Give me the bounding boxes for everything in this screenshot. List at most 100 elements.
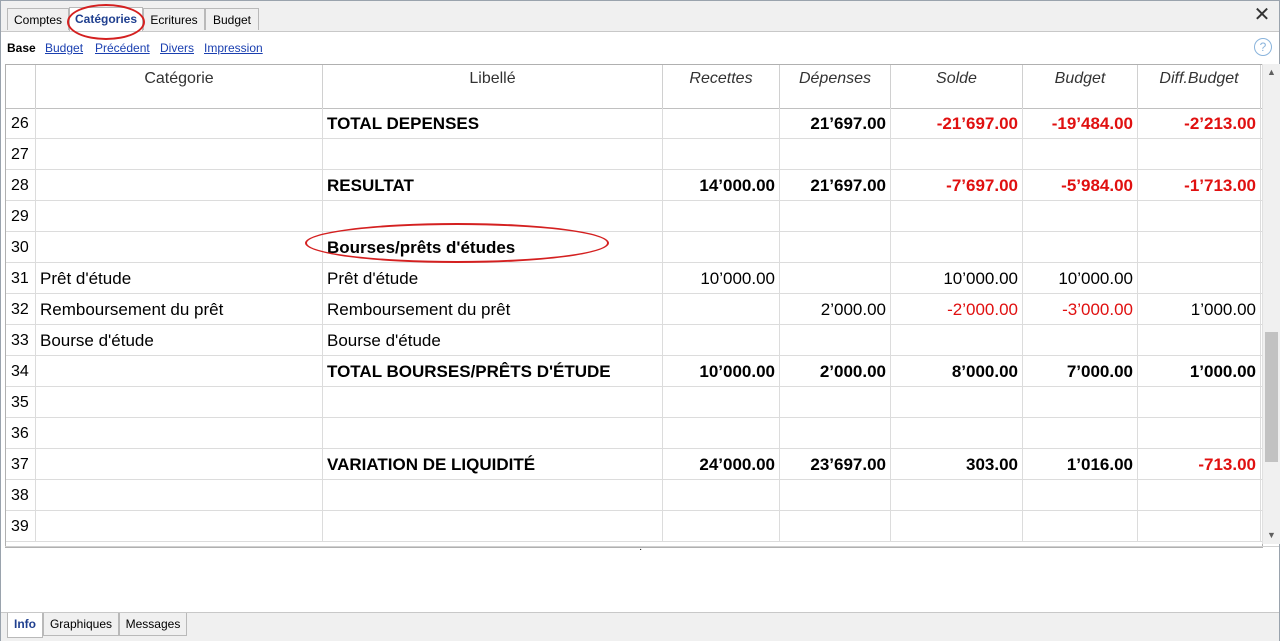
cell-solde[interactable]: -21’697.00 — [891, 108, 1023, 139]
cell-budget[interactable]: -19’484.00 — [1023, 108, 1138, 139]
table-row[interactable]: 29 — [6, 201, 1262, 232]
cell-diff-budget[interactable]: -1’713.00 — [1138, 170, 1261, 201]
cell-solde[interactable]: 10’000.00 — [891, 263, 1023, 294]
row-number[interactable]: 37 — [6, 449, 36, 480]
header-diff-budget[interactable]: Diff.Budget — [1138, 65, 1261, 108]
splitter-grip-icon[interactable]: · — [639, 544, 642, 555]
table-row[interactable]: 30 Bourses/prêts d'études — [6, 232, 1262, 263]
cell-libelle[interactable]: Bourse d'étude — [323, 325, 663, 356]
cell-recettes[interactable] — [663, 387, 780, 418]
cell-diff-budget[interactable] — [1138, 511, 1261, 542]
row-number[interactable]: 29 — [6, 201, 36, 232]
view-precedent-link[interactable]: Précédent — [95, 41, 150, 55]
table-row[interactable]: 36 — [6, 418, 1262, 449]
cell-depenses[interactable] — [780, 263, 891, 294]
cell-recettes[interactable] — [663, 294, 780, 325]
tab-graphiques[interactable]: Graphiques — [43, 613, 119, 636]
header-depenses[interactable]: Dépenses — [780, 65, 891, 108]
cell-depenses[interactable] — [780, 387, 891, 418]
cell-diff-budget[interactable] — [1138, 325, 1261, 356]
cell-recettes[interactable] — [663, 201, 780, 232]
table-row[interactable]: 34 TOTAL BOURSES/PRÊTS D'ÉTUDE 10’000.00 2’… — [6, 356, 1262, 387]
cell-depenses[interactable] — [780, 418, 891, 449]
cell-recettes[interactable] — [663, 325, 780, 356]
cell-libelle[interactable] — [323, 480, 663, 511]
cell-budget[interactable]: 10’000.00 — [1023, 263, 1138, 294]
view-budget-link[interactable]: Budget — [45, 41, 83, 55]
cell-libelle[interactable]: VARIATION DE LIQUIDITÉ — [323, 449, 663, 480]
view-base[interactable]: Base — [7, 41, 36, 55]
cell-depenses[interactable]: 2’000.00 — [780, 356, 891, 387]
table-row[interactable]: 37 VARIATION DE LIQUIDITÉ 24’000.00 23’697.… — [6, 449, 1262, 480]
cell-budget[interactable]: 7’000.00 — [1023, 356, 1138, 387]
cell-budget[interactable] — [1023, 418, 1138, 449]
cell-diff-budget[interactable] — [1138, 232, 1261, 263]
cell-solde[interactable]: -2’000.00 — [891, 294, 1023, 325]
cell-solde[interactable] — [891, 232, 1023, 263]
cell-depenses[interactable] — [780, 511, 891, 542]
table-row[interactable]: 28 RESULTAT 14’000.00 21’697.00 -7’697.00 -5’… — [6, 170, 1262, 201]
header-budget[interactable]: Budget — [1023, 65, 1138, 108]
cell-depenses[interactable] — [780, 480, 891, 511]
table-row[interactable]: 26 TOTAL DEPENSES 21’697.00 -21’697.00 -19’4… — [6, 108, 1262, 139]
cell-diff-budget[interactable] — [1138, 139, 1261, 170]
table-row[interactable]: 31 Prêt d'étude Prêt d'étude 10’000.00 10’00… — [6, 263, 1262, 294]
scroll-down-icon[interactable]: ▼ — [1263, 527, 1280, 544]
row-number[interactable]: 33 — [6, 325, 36, 356]
cell-budget[interactable] — [1023, 480, 1138, 511]
row-number[interactable]: 31 — [6, 263, 36, 294]
table-row[interactable]: 35 — [6, 387, 1262, 418]
cell-recettes[interactable] — [663, 108, 780, 139]
cell-depenses[interactable] — [780, 139, 891, 170]
cell-categorie[interactable] — [36, 356, 323, 387]
table-row[interactable]: 38 — [6, 480, 1262, 511]
cell-budget[interactable] — [1023, 325, 1138, 356]
cell-budget[interactable] — [1023, 201, 1138, 232]
header-recettes[interactable]: Recettes — [663, 65, 780, 108]
cell-recettes[interactable] — [663, 511, 780, 542]
row-number[interactable]: 26 — [6, 108, 36, 139]
cell-libelle[interactable] — [323, 201, 663, 232]
cell-budget[interactable]: -3’000.00 — [1023, 294, 1138, 325]
cell-categorie[interactable] — [36, 170, 323, 201]
cell-libelle[interactable]: TOTAL BOURSES/PRÊTS D'ÉTUDE — [323, 356, 663, 387]
scroll-up-icon[interactable]: ▲ — [1263, 64, 1280, 81]
cell-solde[interactable] — [891, 511, 1023, 542]
cell-budget[interactable] — [1023, 232, 1138, 263]
cell-diff-budget[interactable] — [1138, 418, 1261, 449]
cell-solde[interactable] — [891, 480, 1023, 511]
table-row[interactable]: 32 Remboursement du prêt Remboursement du … — [6, 294, 1262, 325]
scroll-thumb[interactable] — [1265, 332, 1278, 462]
cell-recettes[interactable] — [663, 480, 780, 511]
row-number[interactable]: 28 — [6, 170, 36, 201]
cell-depenses[interactable] — [780, 325, 891, 356]
cell-diff-budget[interactable] — [1138, 263, 1261, 294]
table-row[interactable]: 33 Bourse d'étude Bourse d'étude — [6, 325, 1262, 356]
row-number[interactable]: 34 — [6, 356, 36, 387]
cell-budget[interactable]: -5’984.00 — [1023, 170, 1138, 201]
cell-budget[interactable] — [1023, 511, 1138, 542]
cell-categorie[interactable] — [36, 139, 323, 170]
cell-diff-budget[interactable]: -713.00 — [1138, 449, 1261, 480]
cell-libelle[interactable]: Bourses/prêts d'études — [323, 232, 663, 263]
header-libelle[interactable]: Libellé — [323, 65, 663, 108]
cell-depenses[interactable]: 23’697.00 — [780, 449, 891, 480]
cell-categorie[interactable] — [36, 480, 323, 511]
row-number[interactable]: 32 — [6, 294, 36, 325]
cell-depenses[interactable]: 21’697.00 — [780, 170, 891, 201]
cell-depenses[interactable]: 2’000.00 — [780, 294, 891, 325]
cell-recettes[interactable] — [663, 232, 780, 263]
cell-solde[interactable]: -7’697.00 — [891, 170, 1023, 201]
header-categorie[interactable]: Catégorie — [36, 65, 323, 108]
row-number[interactable]: 39 — [6, 511, 36, 542]
cell-diff-budget[interactable]: 1’000.00 — [1138, 294, 1261, 325]
cell-solde[interactable] — [891, 387, 1023, 418]
cell-solde[interactable] — [891, 418, 1023, 449]
cell-solde[interactable] — [891, 325, 1023, 356]
tab-ecritures[interactable]: Ecritures — [143, 8, 205, 30]
cell-libelle[interactable]: RESULTAT — [323, 170, 663, 201]
cell-categorie[interactable]: Prêt d'étude — [36, 263, 323, 294]
cell-categorie[interactable] — [36, 201, 323, 232]
cell-recettes[interactable] — [663, 418, 780, 449]
cell-categorie[interactable] — [36, 108, 323, 139]
